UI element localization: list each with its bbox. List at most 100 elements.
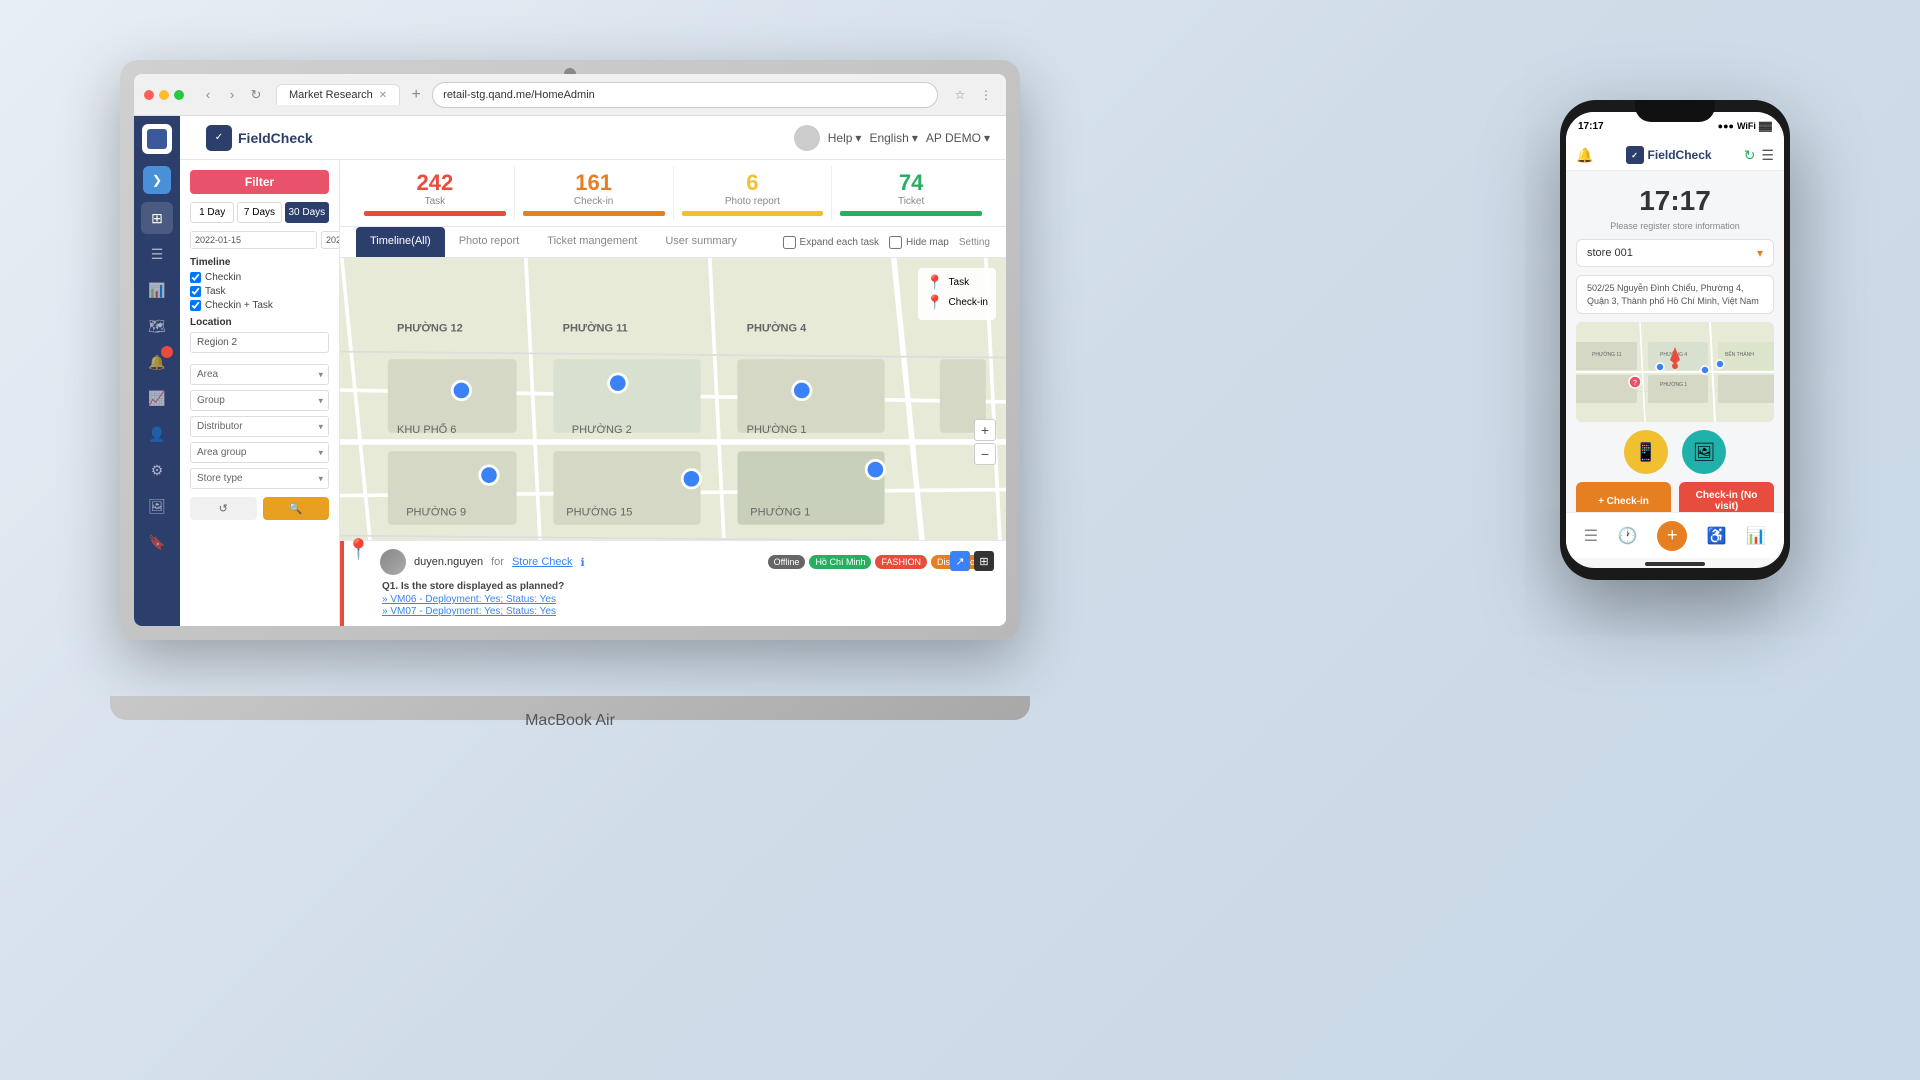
grid-icon[interactable]: ⊞: [974, 551, 994, 571]
tab-user-summary[interactable]: User summary: [651, 227, 751, 257]
1-day-button[interactable]: 1 Day: [190, 202, 234, 223]
add-tab-button[interactable]: +: [406, 85, 426, 105]
clear-filter-button[interactable]: ↺: [190, 497, 257, 520]
store-type-filter-wrapper: Store type: [190, 468, 329, 489]
zoom-out-button[interactable]: −: [974, 443, 996, 465]
svg-text:PHƯỜNG 15: PHƯỜNG 15: [566, 506, 632, 519]
zoom-in-button[interactable]: +: [974, 419, 996, 441]
phone-nav-list-icon[interactable]: ☰: [1584, 526, 1598, 546]
phone-image-icon[interactable]: 🖼: [1682, 430, 1726, 474]
sidebar-item-home[interactable]: ⊞: [141, 202, 173, 234]
phone-nav-chart-icon[interactable]: 📊: [1746, 526, 1766, 546]
area-label: Area: [197, 369, 218, 380]
checkin-button[interactable]: + Check-in: [1576, 482, 1671, 512]
checkin-task-checkbox[interactable]: [190, 300, 201, 311]
phone-time: 17:17: [1578, 121, 1604, 132]
phone-checkin-buttons: + Check-in Check-in (No visit): [1576, 482, 1774, 512]
date-to-input[interactable]: [321, 231, 340, 249]
tab-photo-report[interactable]: Photo report: [445, 227, 534, 257]
sidebar-toggle-button[interactable]: ❯: [143, 166, 171, 194]
store-link[interactable]: Store Check: [512, 556, 573, 568]
no-visit-button[interactable]: Check-in (No visit): [1679, 482, 1774, 512]
distributor-select[interactable]: Distributor: [190, 416, 329, 437]
store-type-select[interactable]: Store type: [190, 468, 329, 489]
answer-vm07[interactable]: » VM07 - Deployment: Yes; Status: Yes: [382, 606, 994, 617]
phone-home-indicator[interactable]: [1645, 562, 1705, 566]
url-bar[interactable]: retail-stg.qand.me/HomeAdmin: [432, 82, 938, 108]
phone-nav-add-button[interactable]: +: [1657, 521, 1687, 551]
forward-button[interactable]: ›: [222, 85, 242, 105]
notification-badge: [161, 346, 173, 358]
phone-camera-icon[interactable]: 📱: [1624, 430, 1668, 474]
bookmark-button[interactable]: ☆: [950, 85, 970, 105]
phone-status-right: ●●● WiFi ▓▓: [1718, 121, 1772, 131]
language-button[interactable]: English ▾: [869, 131, 917, 145]
phone-map: PHƯỜNG 11 PHƯỜNG 4 BẾN THÀNH PHƯỜNG 1 ?: [1576, 322, 1774, 422]
close-window-btn[interactable]: [144, 90, 154, 100]
brand-name: FieldCheck: [238, 130, 313, 146]
phone-nav-clock-icon[interactable]: 🕐: [1618, 526, 1638, 546]
tab-timeline-all[interactable]: Timeline(All): [356, 227, 445, 257]
search-filter-button[interactable]: 🔍: [263, 497, 330, 520]
user-avatar-small: [380, 549, 406, 575]
distributor-label: Distributor: [197, 421, 243, 432]
store-select-chevron-icon: ▾: [1757, 246, 1763, 260]
tab-ticket-management[interactable]: Ticket mangement: [533, 227, 651, 257]
sidebar-item-users[interactable]: 👤: [141, 418, 173, 450]
hide-map-label: Hide map: [906, 237, 949, 248]
battery-icon: ▓▓: [1759, 121, 1772, 131]
sidebar-item-list[interactable]: ☰: [141, 238, 173, 270]
stat-task: 242 Task: [356, 166, 515, 220]
group-select[interactable]: Group: [190, 390, 329, 411]
filter-actions: ↺ 🔍: [190, 497, 329, 520]
body-layout: Filter 1 Day 7 Days 30 Days: [180, 160, 1006, 626]
close-tab-icon[interactable]: ✕: [379, 90, 387, 101]
expand-task-checkbox[interactable]: [783, 236, 796, 249]
sidebar-item-settings[interactable]: ⚙: [141, 454, 173, 486]
date-from-input[interactable]: [190, 231, 317, 249]
stat-checkin: 161 Check-in: [515, 166, 674, 220]
hide-map-checkbox[interactable]: [889, 236, 902, 249]
answer-vm06[interactable]: » VM06 - Deployment: Yes; Status: Yes: [382, 594, 994, 605]
phone-nav-person-icon[interactable]: ♿: [1707, 526, 1727, 546]
expand-task-checkbox-label: Expand each task: [783, 236, 880, 249]
sidebar-item-route[interactable]: 🗺: [141, 310, 173, 342]
phone-bell-icon[interactable]: 🔔: [1576, 147, 1593, 164]
7-days-button[interactable]: 7 Days: [237, 202, 281, 223]
account-label: AP DEMO: [926, 131, 981, 145]
sidebar-item-image[interactable]: 🖼: [141, 490, 173, 522]
phone-screen: 17:17 ●●● WiFi ▓▓ 🔔 ✓ FieldCheck ↻ ☰ 17:…: [1566, 112, 1784, 568]
area-group-select[interactable]: Area group: [190, 442, 329, 463]
phone-map-svg: PHƯỜNG 11 PHƯỜNG 4 BẾN THÀNH PHƯỜNG 1 ?: [1576, 322, 1774, 422]
account-button[interactable]: AP DEMO ▾: [926, 131, 990, 145]
maximize-window-btn[interactable]: [174, 90, 184, 100]
reload-button[interactable]: ↻: [246, 85, 266, 105]
back-button[interactable]: ‹: [198, 85, 218, 105]
sidebar-item-notifications[interactable]: 🔔: [141, 346, 173, 378]
checkin-bar: [523, 211, 665, 216]
minimize-window-btn[interactable]: [159, 90, 169, 100]
checkin-checkbox[interactable]: [190, 272, 201, 283]
tab-options: Expand each task Hide map Setting: [783, 236, 990, 249]
svg-text:BẾN THÀNH: BẾN THÀNH: [1725, 351, 1754, 358]
sidebar-item-chart[interactable]: 📊: [141, 274, 173, 306]
30-days-button[interactable]: 30 Days: [285, 202, 329, 223]
location-input[interactable]: [190, 332, 329, 353]
phone-refresh-icon[interactable]: ↻: [1744, 147, 1756, 164]
area-select[interactable]: Area: [190, 364, 329, 385]
timeline-label: Timeline: [190, 257, 329, 268]
browser-tab[interactable]: Market Research ✕: [276, 84, 400, 105]
share-icon[interactable]: ↗: [950, 551, 970, 571]
help-button[interactable]: Help ▾: [828, 131, 862, 145]
phone-store-select[interactable]: store 001 ▾: [1576, 239, 1774, 267]
sidebar-item-misc[interactable]: 🔖: [141, 526, 173, 558]
setting-link[interactable]: Setting: [959, 237, 990, 248]
sidebar-item-analytics[interactable]: 📈: [141, 382, 173, 414]
phone-menu-icon[interactable]: ☰: [1761, 147, 1774, 164]
entry-questions: Q1. Is the store displayed as planned? »…: [382, 581, 994, 617]
task-checkbox[interactable]: [190, 286, 201, 297]
phone-header-right: ↻ ☰: [1744, 147, 1774, 164]
more-options-button[interactable]: ⋮: [976, 85, 996, 105]
checkin-label: Check-in: [523, 196, 665, 207]
group-label: Group: [197, 395, 225, 406]
